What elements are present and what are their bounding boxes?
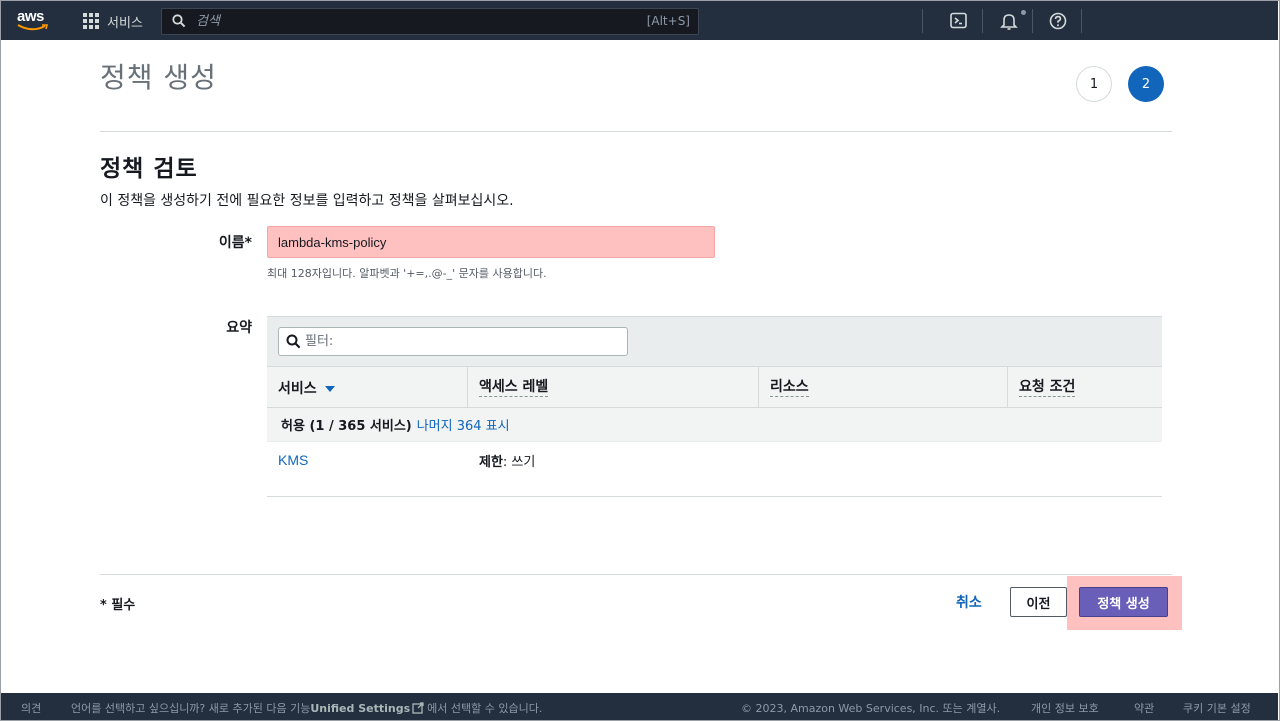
top-navigation: aws 서비스 [Alt+S]	[1, 1, 1278, 40]
unified-settings-link[interactable]: Unified Settings	[310, 702, 410, 715]
column-header-service[interactable]: 서비스	[267, 367, 467, 408]
divider	[100, 131, 1172, 132]
policy-name-input[interactable]	[267, 226, 715, 258]
bell-icon[interactable]	[999, 11, 1019, 31]
filter-bar	[267, 316, 1162, 366]
cookie-preferences-link[interactable]: 쿠키 기본 설정	[1183, 700, 1251, 716]
required-note: * 필수	[100, 598, 136, 613]
section-description: 이 정책을 생성하기 전에 필요한 정보를 입력하고 정책을 살펴보십시오.	[100, 193, 514, 209]
aws-logo[interactable]: aws	[17, 7, 53, 33]
help-icon[interactable]	[1048, 11, 1068, 31]
terms-link[interactable]: 약관	[1134, 700, 1154, 716]
nav-divider	[922, 9, 923, 33]
filter-input[interactable]	[305, 332, 605, 351]
policy-name-label: 이름*	[218, 235, 252, 251]
column-header-request-condition[interactable]: 요청 조건	[1007, 367, 1162, 408]
policy-summary-table: 서비스 액세스 레벨 리소스 요청 조건 허용 (1 / 365 서비스) 나머…	[267, 316, 1162, 497]
section-title: 정책 검토	[100, 156, 198, 182]
copyright: © 2023, Amazon Web Services, Inc. 또는 계열사…	[741, 702, 1001, 715]
language-notice: 언어를 선택하고 싶으십니까? 새로 추가된 다음 기능Unified Sett…	[71, 702, 543, 715]
column-header-resource[interactable]: 리소스	[758, 367, 1007, 408]
services-menu-button[interactable]: 서비스	[83, 10, 143, 32]
filter-field[interactable]	[278, 327, 628, 356]
allow-group-row: 허용 (1 / 365 서비스) 나머지 364 표시	[267, 408, 1162, 442]
table-row: KMS 제한: 쓰기	[267, 442, 1162, 476]
summary-label: 요약	[226, 320, 252, 336]
external-link-icon	[412, 702, 424, 714]
aws-smile-icon	[17, 24, 49, 31]
wizard-step-2-active[interactable]: 2	[1128, 66, 1164, 102]
search-icon	[286, 334, 301, 349]
access-level-cell: 제한: 쓰기	[479, 455, 536, 470]
table-header: 서비스 액세스 레벨 리소스 요청 조건	[267, 366, 1162, 408]
page-title: 정책 생성	[100, 61, 217, 94]
nav-divider	[1081, 9, 1082, 33]
column-header-access-level[interactable]: 액세스 레벨	[467, 367, 758, 408]
search-shortcut: [Alt+S]	[646, 14, 690, 28]
previous-button[interactable]: 이전	[1010, 587, 1067, 617]
cloudshell-icon[interactable]	[949, 11, 969, 31]
grid-icon	[83, 13, 99, 29]
global-search[interactable]: [Alt+S]	[161, 8, 699, 35]
search-icon	[172, 14, 186, 28]
show-remaining-link[interactable]: 나머지 364 표시	[417, 415, 510, 434]
divider	[100, 574, 1172, 575]
nav-divider	[1032, 9, 1033, 33]
console-footer: 의견 언어를 선택하고 싶으십니까? 새로 추가된 다음 기능Unified S…	[1, 693, 1278, 720]
service-link-kms[interactable]: KMS	[278, 452, 308, 468]
search-input[interactable]	[196, 12, 576, 31]
sort-descending-icon	[324, 385, 335, 392]
cancel-button[interactable]: 취소	[946, 589, 992, 615]
wizard-step-1[interactable]: 1	[1076, 66, 1112, 102]
nav-divider	[982, 9, 983, 33]
allow-group-label: 허용 (1 / 365 서비스)	[281, 419, 412, 434]
notification-dot	[1021, 10, 1026, 15]
policy-name-hint: 최대 128자입니다. 알파벳과 '+=,.@-_' 문자를 사용합니다.	[267, 267, 547, 280]
services-label: 서비스	[107, 15, 143, 31]
privacy-link[interactable]: 개인 정보 보호	[1031, 700, 1099, 716]
create-policy-button[interactable]: 정책 생성	[1079, 587, 1168, 617]
feedback-link[interactable]: 의견	[21, 700, 41, 716]
